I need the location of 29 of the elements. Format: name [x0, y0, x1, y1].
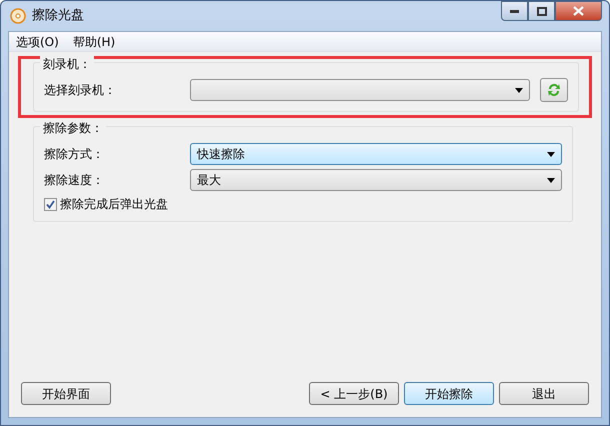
- checkbox-label: 擦除完成后弹出光盘: [60, 196, 168, 213]
- disc-icon: [10, 8, 26, 24]
- close-icon: [573, 6, 584, 16]
- dialog-button[interactable]: 开始界面: [21, 382, 111, 405]
- dropdown-arrow-icon: [515, 88, 523, 92]
- burner-dropdown[interactable]: [190, 79, 530, 101]
- dialog-button[interactable]: 退出: [499, 382, 589, 405]
- minimize-icon: [510, 10, 519, 12]
- field-label: 选择刻录机：: [44, 82, 117, 99]
- field-label: 擦除速度：: [44, 172, 105, 189]
- refresh-icon: [546, 82, 562, 98]
- menu-item[interactable]: 选项(O): [9, 32, 66, 50]
- field-label: 擦除方式：: [44, 146, 105, 163]
- dropdown[interactable]: 最大: [190, 169, 562, 191]
- maximize-icon: [536, 6, 546, 16]
- eject-checkbox[interactable]: [44, 198, 57, 210]
- dropdown-arrow-icon: [547, 178, 555, 182]
- window-title: 擦除光盘: [32, 7, 84, 26]
- dialog-button[interactable]: 开始擦除: [404, 382, 494, 405]
- close-button[interactable]: [555, 1, 602, 21]
- maximize-button[interactable]: [528, 1, 555, 21]
- dropdown-arrow-icon: [547, 152, 555, 156]
- dropdown[interactable]: 快速擦除: [190, 143, 562, 165]
- refresh-button[interactable]: [540, 78, 568, 102]
- group-title: 擦除参数：: [40, 119, 106, 137]
- minimize-button[interactable]: [501, 1, 528, 21]
- group-title: 刻录机：: [40, 55, 94, 73]
- menu-item[interactable]: 帮助(H): [66, 32, 122, 50]
- dialog-button[interactable]: < 上一步(B): [309, 382, 399, 405]
